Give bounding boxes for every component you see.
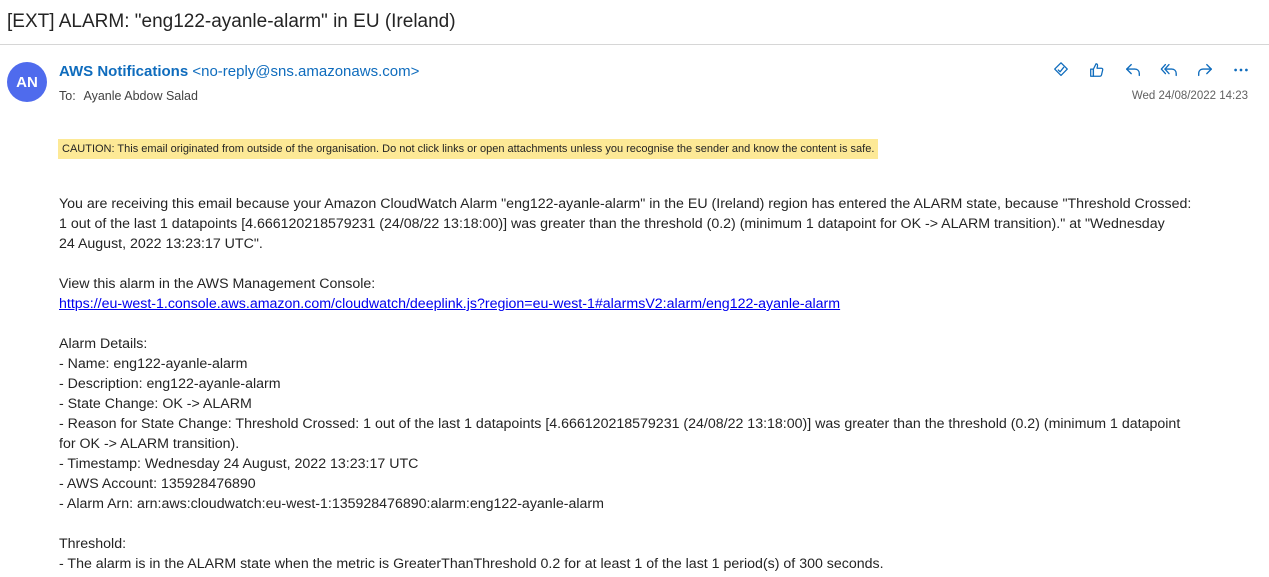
avatar-initials: AN: [16, 73, 38, 91]
recipient-line: To: Ayanle Abdow Salad: [59, 89, 198, 103]
threshold-line: - The alarm is in the ALARM state when t…: [59, 556, 884, 572]
detail-name: - Name: eng122-ayanle-alarm: [59, 356, 248, 372]
received-date: Wed 24/08/2022 14:23: [1131, 90, 1248, 102]
recipient-name[interactable]: Ayanle Abdow Salad: [83, 89, 197, 103]
reply-all-icon: [1160, 63, 1177, 77]
detail-timestamp: - Timestamp: Wednesday 24 August, 2022 1…: [59, 456, 419, 472]
reply-all-button[interactable]: [1156, 59, 1182, 81]
sender-avatar[interactable]: AN: [7, 62, 47, 102]
detail-aws-account: - AWS Account: 135928476890: [59, 476, 256, 492]
sender-line: AWS Notifications <no-reply@sns.amazonaw…: [59, 63, 419, 80]
like-button[interactable]: [1084, 59, 1110, 81]
detail-description: - Description: eng122-ayanle-alarm: [59, 376, 281, 392]
intro-line-2: 1 out of the last 1 datapoints [4.666120…: [59, 216, 1165, 232]
email-body: You are receiving this email because you…: [59, 194, 1249, 574]
open-in-app-icon: [1054, 62, 1068, 77]
detail-reason-line-1: - Reason for State Change: Threshold Cro…: [59, 416, 1181, 432]
detail-alarm-arn: - Alarm Arn: arn:aws:cloudwatch:eu-west-…: [59, 496, 604, 512]
console-link[interactable]: https://eu-west-1.console.aws.amazon.com…: [59, 296, 840, 312]
threshold-header: Threshold:: [59, 536, 127, 552]
detail-state-change: - State Change: OK -> ALARM: [59, 396, 252, 412]
open-in-app-button[interactable]: [1048, 59, 1074, 81]
email-subject: [EXT] ALARM: "eng122-ayanle-alarm" in EU…: [7, 11, 456, 32]
to-label: To:: [59, 89, 76, 103]
external-caution-banner: CAUTION: This email originated from outs…: [58, 139, 879, 159]
like-icon: [1090, 63, 1104, 77]
more-options-button[interactable]: [1228, 59, 1254, 81]
subject-bar: [EXT] ALARM: "eng122-ayanle-alarm" in EU…: [0, 0, 1269, 45]
forward-icon: [1198, 63, 1212, 77]
detail-reason-line-2: for OK -> ALARM transition).: [59, 436, 240, 452]
forward-button[interactable]: [1192, 59, 1218, 81]
reply-button[interactable]: [1120, 59, 1146, 81]
sender-name[interactable]: AWS Notifications: [59, 63, 188, 80]
intro-line-1: You are receiving this email because you…: [59, 196, 1192, 212]
more-icon: [1234, 68, 1248, 72]
alarm-details-header: Alarm Details:: [59, 336, 148, 352]
message-actions: [1048, 59, 1254, 81]
intro-line-3: 24 August, 2022 13:23:17 UTC".: [59, 236, 263, 252]
console-label: View this alarm in the AWS Management Co…: [59, 276, 376, 292]
reply-icon: [1126, 63, 1140, 77]
sender-email[interactable]: <no-reply@sns.amazonaws.com>: [192, 63, 419, 80]
